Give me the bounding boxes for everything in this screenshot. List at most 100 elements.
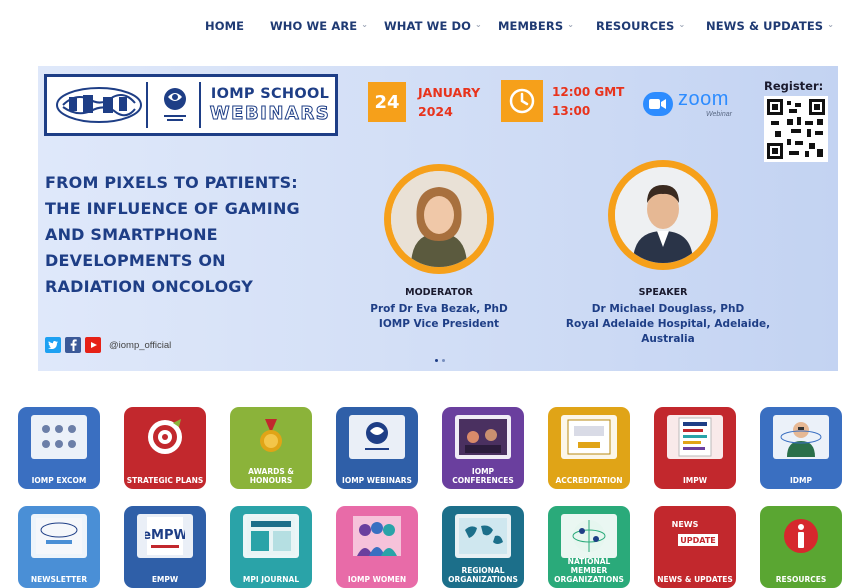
- tile-regional-organizations[interactable]: REGIONAL ORGANIZATIONS: [442, 506, 524, 588]
- nav-home-label: HOME: [205, 19, 245, 33]
- svg-text:UPDATE: UPDATE: [680, 536, 716, 545]
- tile-label: REGIONAL ORGANIZATIONS: [448, 566, 518, 584]
- date-year: 2024: [418, 104, 453, 119]
- webinar-logo-icon: [349, 415, 405, 459]
- nav-members[interactable]: MEMBERS ⌄: [498, 19, 574, 33]
- info-icon: [773, 514, 829, 558]
- tile-label: MPI JOURNAL: [242, 575, 300, 584]
- carousel-dot[interactable]: [435, 359, 438, 362]
- moderator-role: MODERATOR: [405, 287, 473, 298]
- carousel-dots[interactable]: [435, 359, 445, 362]
- tile-accreditation[interactable]: ACCREDITATION: [548, 407, 630, 489]
- speaker-name: Dr Michael Douglass, PhD: [591, 303, 745, 315]
- date-month-year: JANUARY 2024: [418, 83, 480, 121]
- moderator-name: Prof Dr Eva Bezak, PhD: [370, 303, 508, 315]
- qr-code-icon[interactable]: [764, 96, 828, 162]
- women-icon: [349, 514, 405, 558]
- conference-icon: [455, 415, 511, 459]
- tile-label: IMPW: [682, 476, 708, 485]
- moderator-portrait-icon: [391, 171, 487, 267]
- headline-line: FROM PIXELS TO PATIENTS:: [45, 173, 298, 192]
- nav-who-we-are[interactable]: WHO WE ARE ⌄: [270, 19, 368, 33]
- nav-news-updates[interactable]: NEWS & UPDATES ⌄: [706, 19, 834, 33]
- tile-iomp-conferences[interactable]: IOMP CONFERENCES: [442, 407, 524, 489]
- speaker-title: Royal Adelaide Hospital, Adelaide,: [565, 318, 771, 330]
- tile-label: IOMP WOMEN: [347, 575, 407, 584]
- target-icon: [137, 415, 193, 459]
- award-medal-icon: [243, 415, 299, 459]
- zoom-webinar-label: Webinar: [706, 111, 732, 118]
- tile-impw[interactable]: IMPW: [654, 407, 736, 489]
- date-month: JANUARY: [418, 85, 481, 100]
- facebook-icon[interactable]: [65, 337, 81, 353]
- tile-resources[interactable]: RESOURCES: [760, 506, 842, 588]
- poster-icon: [667, 415, 723, 459]
- chevron-down-icon: ⌄: [567, 19, 575, 29]
- chevron-down-icon: ⌄: [827, 19, 834, 29]
- tile-iomp-webinars[interactable]: IOMP WEBINARS: [336, 407, 418, 489]
- tile-label: STRATEGIC PLANS: [126, 476, 204, 485]
- youtube-icon[interactable]: [85, 337, 101, 353]
- world-map-icon: [455, 514, 511, 558]
- certificate-icon: [561, 415, 617, 459]
- social-links: @iomp_official: [45, 337, 171, 353]
- tile-strategic-plans[interactable]: STRATEGIC PLANS: [124, 407, 206, 489]
- journal-icon: [243, 514, 299, 558]
- tile-news-updates[interactable]: NEWS UPDATE NEWS & UPDATES: [654, 506, 736, 588]
- tile-label: IOMP CONFERENCES: [452, 467, 514, 485]
- speaker-title-2: Australia: [641, 333, 695, 345]
- team-photo-icon: [31, 415, 87, 459]
- tile-mpi-journal[interactable]: MPI JOURNAL: [230, 506, 312, 588]
- twitter-icon[interactable]: [45, 337, 61, 353]
- tile-label: IOMP WEBINARS: [342, 476, 412, 485]
- nav-home[interactable]: HOME: [205, 19, 244, 33]
- headline-line: THE INFLUENCE OF GAMING: [45, 199, 300, 218]
- svg-text:eMPW: eMPW: [145, 528, 185, 543]
- tile-label: NEWSLETTER: [30, 575, 88, 584]
- speaker-photo: [608, 160, 718, 270]
- tile-label: RESOURCES: [775, 575, 827, 584]
- tile-label: IOMP EXCOM: [31, 476, 87, 485]
- social-handle: @iomp_official: [109, 339, 172, 351]
- headline-line: AND SMARTPHONE: [45, 225, 218, 244]
- chevron-down-icon: ⌄: [475, 19, 482, 29]
- zoom-camera-icon: [643, 92, 673, 116]
- tile-iomp-excom[interactable]: IOMP EXCOM: [18, 407, 100, 489]
- chevron-down-icon: ⌄: [678, 19, 686, 29]
- moderator-title: IOMP Vice President: [378, 318, 500, 330]
- globe-icon: [561, 514, 617, 558]
- headline-line: RADIATION ONCOLOGY: [45, 277, 254, 296]
- tile-empw[interactable]: eMPW eMPW: [124, 506, 206, 588]
- newsletter-icon: [31, 514, 87, 558]
- tile-newsletter[interactable]: NEWSLETTER: [18, 506, 100, 588]
- tile-label: ACCREDITATION: [555, 476, 623, 485]
- nav-members-label: MEMBERS: [498, 19, 564, 33]
- headline-line: DEVELOPMENTS ON: [45, 251, 226, 270]
- tile-national-member-organizations[interactable]: NATIONAL MEMBER ORGANIZATIONS: [548, 506, 630, 588]
- webinar-banner[interactable]: IOMP SCHOOL WEBINARS 24 JANUARY 2024 12:…: [38, 66, 838, 371]
- carousel-dot[interactable]: [442, 359, 445, 362]
- logo-subtitle: WEBINARS: [209, 102, 331, 124]
- webinar-headline: FROM PIXELS TO PATIENTS: THE INFLUENCE O…: [45, 170, 355, 300]
- time-start: 12:00 GMT: [552, 85, 625, 99]
- tile-label: NATIONAL MEMBER ORGANIZATIONS: [554, 557, 624, 584]
- speaker-role: SPEAKER: [638, 287, 688, 298]
- tile-idmp[interactable]: IDMP: [760, 407, 842, 489]
- logo-text: IOMP SCHOOL WEBINARS: [207, 81, 333, 129]
- chevron-down-icon: ⌄: [361, 19, 369, 29]
- speaker-info: Dr Michael Douglass, PhD Royal Adelaide …: [558, 302, 778, 347]
- tile-iomp-women[interactable]: IOMP WOMEN: [336, 506, 418, 588]
- webinar-time: 12:00 GMT 13:00: [552, 83, 624, 121]
- date-day: 24: [368, 82, 406, 122]
- moderator-info: Prof Dr Eva Bezak, PhD IOMP Vice Preside…: [354, 302, 524, 332]
- tile-awards-honours[interactable]: AWARDS & HONOURS: [230, 407, 312, 489]
- nav-resources[interactable]: RESOURCES ⌄: [596, 19, 685, 33]
- empw-icon: eMPW: [137, 514, 193, 558]
- nav-what-we-do[interactable]: WHAT WE DO ⌄: [384, 19, 482, 33]
- main-nav: HOME WHO WE ARE ⌄ WHAT WE DO ⌄ MEMBERS ⌄ RE…: [0, 0, 844, 54]
- svg-text:NEWS: NEWS: [672, 520, 699, 529]
- zoom-wordmark: zoom: [678, 88, 729, 110]
- nav-who-we-are-label: WHO WE ARE: [270, 19, 358, 33]
- clock-icon: [501, 80, 543, 122]
- tile-label: IDMP: [790, 476, 812, 485]
